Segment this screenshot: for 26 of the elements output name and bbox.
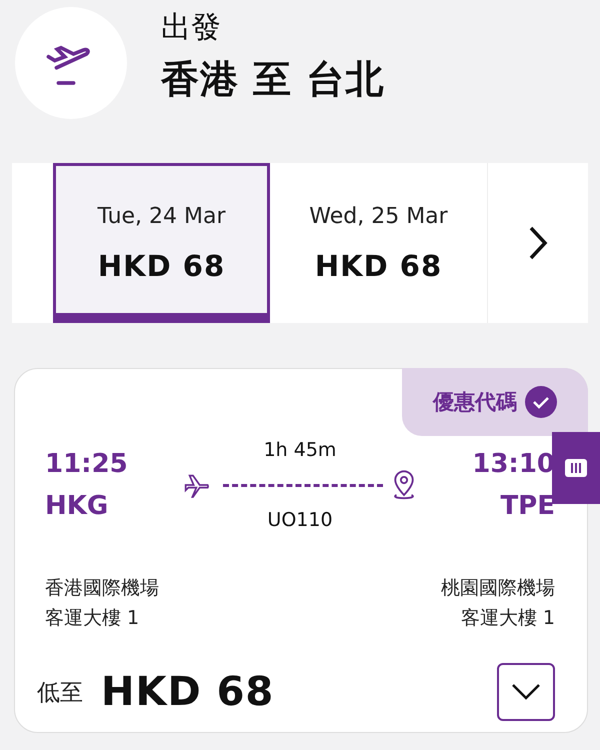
arrival-terminal: 客運大樓 1 (460, 606, 555, 631)
date-text: Tue, 24 Mar (97, 204, 226, 229)
chevron-right-icon (527, 225, 549, 261)
date-tab[interactable]: Tue, 24 Mar HKD 68 (53, 163, 270, 323)
promo-label: 優惠代碼 (433, 389, 517, 416)
flight-price: HKD 68 (101, 669, 274, 715)
date-price: HKD 68 (98, 249, 226, 283)
date-price: HKD 68 (314, 249, 442, 283)
chevron-down-icon (511, 683, 541, 701)
price-prefix: 低至 (37, 678, 83, 708)
expand-button[interactable] (497, 663, 555, 721)
departure-code: HKG (45, 491, 108, 521)
side-tab[interactable] (552, 432, 600, 504)
departure-time: 11:25 (45, 449, 128, 479)
arrival-airport: 桃園國際機場 (441, 576, 555, 601)
arrival-code: TPE (500, 491, 555, 521)
flight-duration: 1h 45m (264, 439, 336, 461)
columns-icon (564, 458, 588, 478)
arrival-time: 13:10 (472, 449, 555, 479)
direction-label: 出發 (161, 8, 222, 46)
date-text: Wed, 25 Mar (309, 204, 448, 229)
departure-terminal: 客運大樓 1 (45, 606, 140, 631)
route-title: 香港 至 台北 (161, 56, 384, 102)
departure-airport: 香港國際機場 (45, 576, 159, 601)
flight-card[interactable]: 優惠代碼 11:25 HKG 1h 45m UO110 13:10 TPE 香港國際機場 客運大樓 1 桃園國際機場 客運大樓 1 低至 HKD 68 (14, 368, 588, 733)
flight-number: UO110 (267, 509, 333, 531)
